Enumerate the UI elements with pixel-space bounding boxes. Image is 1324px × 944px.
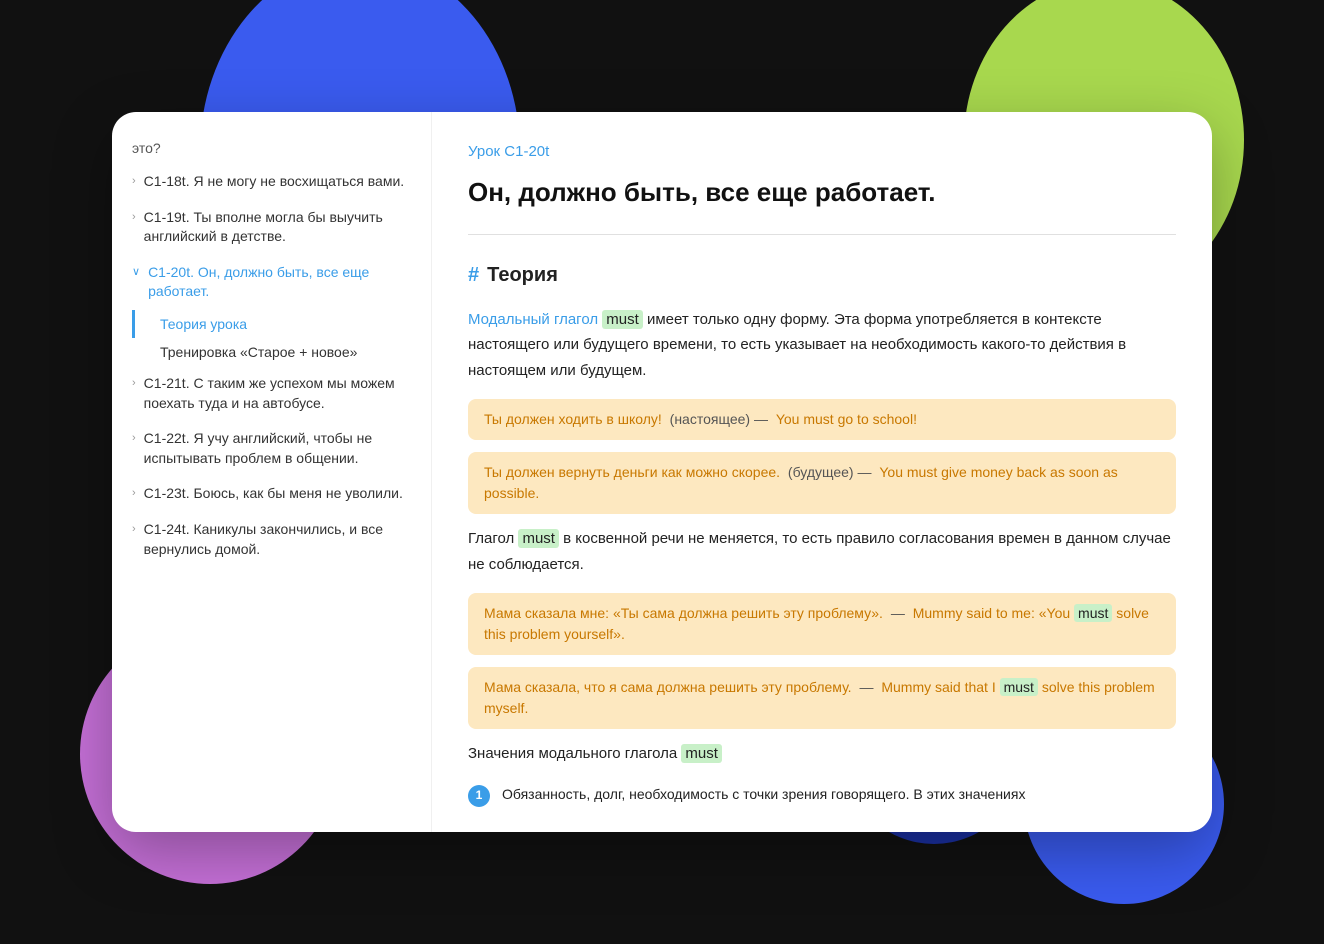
example4-en-pre: Mummy said that I — [881, 679, 995, 695]
sidebar-item-c120[interactable]: ∨ C1-20t. Он, должно быть, все еще работ… — [112, 255, 431, 310]
sidebar: это? › C1-18t. Я не могу не восхищаться … — [112, 112, 432, 832]
example3-ru-line: Мама сказала мне: «Ты сама должна решить… — [468, 593, 1176, 655]
sidebar-item-c123[interactable]: › C1-23t. Боюсь, как бы меня не уволили. — [112, 476, 431, 512]
sidebar-item-label: C1-21t. С таким же успехом мы можем поех… — [144, 374, 411, 413]
divider — [468, 234, 1176, 235]
theory-paragraph-1: Модальный глагол must имеет только одну … — [468, 307, 1176, 384]
chevron-down-icon: ∨ — [132, 265, 140, 280]
must-badge-4: must — [1000, 678, 1038, 696]
hash-symbol: # — [468, 259, 479, 291]
meaning-badge-1: 1 — [468, 785, 490, 807]
sidebar-item-label: C1-23t. Боюсь, как бы меня не уволили. — [144, 484, 411, 504]
paragraph1-before: Модальный глагол — [468, 311, 598, 328]
example-box-2: Ты должен вернуть деньги как можно скоре… — [468, 452, 1176, 514]
lesson-label: Урок C1-20t — [468, 140, 1176, 164]
sidebar-subitems-c120: Теория урока Тренировка «Старое + новое» — [112, 310, 431, 366]
sidebar-subitem-label: Теория урока — [160, 316, 247, 332]
chevron-right-icon: › — [132, 174, 136, 189]
theory-paragraph-3: Значения модального глагола must — [468, 741, 1176, 767]
must-badge-3: must — [1074, 604, 1112, 622]
example1-en: You must go to school! — [776, 411, 917, 427]
must-badge-5: must — [681, 744, 722, 763]
theory-heading: # Теория — [468, 259, 1176, 291]
chevron-right-icon: › — [132, 431, 136, 446]
must-badge-1: must — [602, 310, 643, 329]
example2-ru: Ты должен вернуть деньги как можно скоре… — [468, 452, 1176, 514]
sidebar-item-label: C1-22t. Я учу английский, чтобы не испыт… — [144, 429, 411, 468]
example-box-1: Ты должен ходить в школу! (настоящее) — … — [468, 399, 1176, 440]
sidebar-item-label: C1-20t. Он, должно быть, все еще работае… — [148, 263, 411, 302]
example-box-3: Мама сказала мне: «Ты сама должна решить… — [468, 593, 1176, 655]
sidebar-subitem-label: Тренировка «Старое + новое» — [160, 344, 357, 360]
paragraph2-before: Глагол — [468, 530, 514, 547]
example2-ru-text: Ты должен вернуть деньги как можно скоре… — [484, 464, 780, 480]
sidebar-item-label: C1-19t. Ты вполне могла бы выучить англи… — [144, 208, 411, 247]
example3-ru-text: Мама сказала мне: «Ты сама должна решить… — [484, 605, 883, 621]
example-box-4: Мама сказала, что я сама должна решить э… — [468, 667, 1176, 729]
meaning1-text: Обязанность, долг, необходимость с точки… — [502, 783, 1025, 805]
sidebar-item-c121[interactable]: › C1-21t. С таким же успехом мы можем по… — [112, 366, 431, 421]
paragraph2-after: в косвенной речи не меняется, то есть пр… — [468, 530, 1171, 573]
sidebar-subitem-training[interactable]: Тренировка «Старое + новое» — [132, 338, 431, 366]
example1-mid: (настоящее) — — [670, 411, 768, 427]
content-area: Урок C1-20t Он, должно быть, все еще раб… — [432, 112, 1212, 832]
main-card: это? › C1-18t. Я не могу не восхищаться … — [112, 112, 1212, 832]
sidebar-item-c122[interactable]: › C1-22t. Я учу английский, чтобы не исп… — [112, 421, 431, 476]
example2-mid: (будущее) — — [788, 464, 872, 480]
chevron-right-icon: › — [132, 376, 136, 391]
chevron-right-icon: › — [132, 210, 136, 225]
sidebar-top-text: это? — [112, 132, 431, 164]
example4-ru-text: Мама сказала, что я сама должна решить э… — [484, 679, 852, 695]
theory-paragraph-2: Глагол must в косвенной речи не меняется… — [468, 526, 1176, 577]
paragraph3-before: Значения модального глагола — [468, 745, 677, 762]
must-badge-2: must — [518, 529, 559, 548]
sidebar-item-c119[interactable]: › C1-19t. Ты вполне могла бы выучить анг… — [112, 200, 431, 255]
example1-ru-text: Ты должен ходить в школу! — [484, 411, 662, 427]
sidebar-item-c124[interactable]: › C1-24t. Каникулы закончились, и все ве… — [112, 512, 431, 567]
example3-dash: — — [891, 605, 905, 621]
example1-ru: Ты должен ходить в школу! (настоящее) — … — [468, 399, 1176, 440]
lesson-title: Он, должно быть, все еще работает. — [468, 172, 1176, 214]
example3-en-pre: Mummy said to me: «You — [913, 605, 1070, 621]
theory-heading-text: Теория — [487, 259, 558, 291]
example4-dash: — — [859, 679, 873, 695]
sidebar-item-label: C1-24t. Каникулы закончились, и все верн… — [144, 520, 411, 559]
sidebar-item-c118[interactable]: › C1-18t. Я не могу не восхищаться вами. — [112, 164, 431, 200]
sidebar-item-label: C1-18t. Я не могу не восхищаться вами. — [144, 172, 411, 192]
meaning-row-1: 1 Обязанность, долг, необходимость с точ… — [468, 783, 1176, 807]
sidebar-subitem-theory[interactable]: Теория урока — [132, 310, 431, 338]
chevron-right-icon: › — [132, 486, 136, 501]
chevron-right-icon: › — [132, 522, 136, 537]
example4-ru-line: Мама сказала, что я сама должна решить э… — [468, 667, 1176, 729]
